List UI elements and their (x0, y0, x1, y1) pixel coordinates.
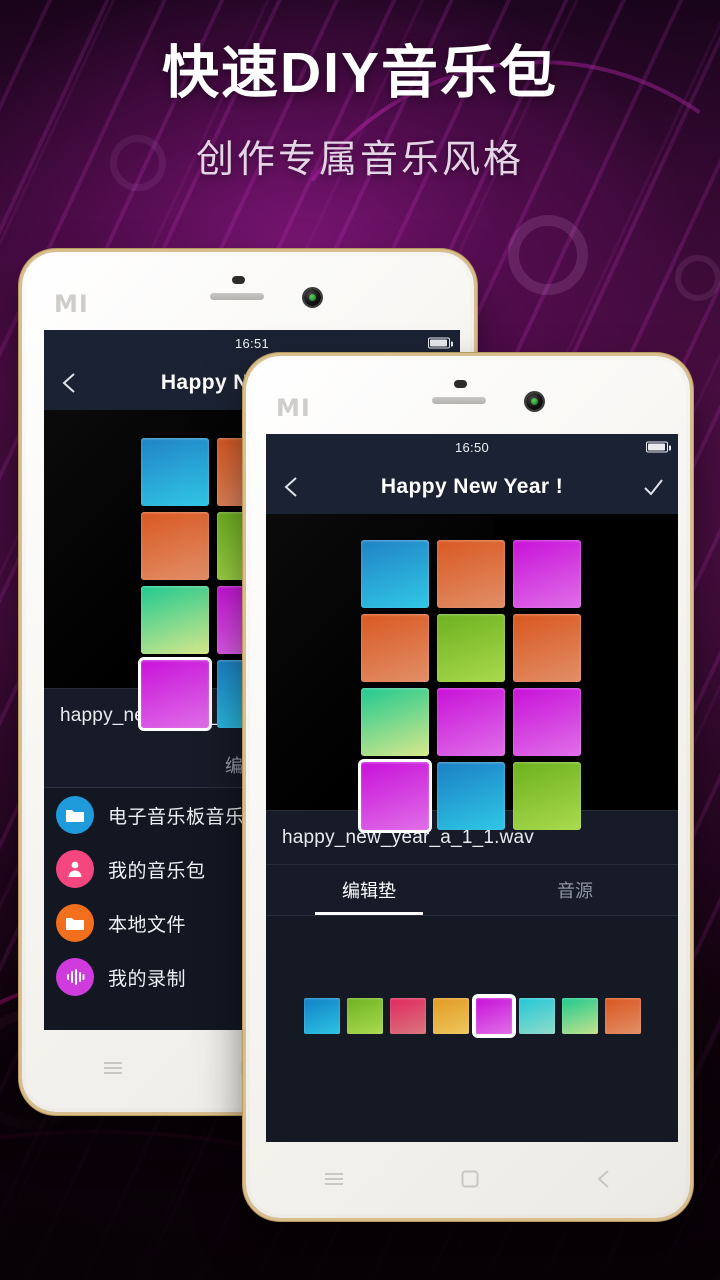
tab-label: 音源 (557, 881, 593, 901)
color-swatch-7[interactable] (561, 998, 598, 1034)
front-phone-back-nav-button[interactable] (596, 1169, 612, 1194)
back-phone-statusbar: 16:51 (44, 330, 460, 356)
tab-label: 编辑垫 (342, 881, 396, 901)
promo-subheadline: 创作专属音乐风格 (195, 138, 524, 181)
back-phone-brand-logo: MI (54, 290, 89, 318)
promo-text-block: 快速DIY音乐包 创作专属音乐风格 (0, 41, 720, 183)
front-phone-tabbar: 编辑垫 音源 (266, 864, 678, 916)
front-phone-back-button[interactable] (266, 460, 316, 514)
color-swatch-5[interactable] (471, 994, 516, 1038)
pad-3[interactable] (513, 540, 581, 608)
front-phone-pad-grid (358, 540, 583, 833)
folder-icon (56, 796, 94, 834)
pad-10[interactable] (358, 759, 432, 833)
front-phone-clock: 16:50 (454, 439, 490, 455)
back-phone-proximity-sensor (232, 276, 245, 284)
front-phone-front-camera (526, 393, 543, 410)
promo-headline: 快速DIY音乐包 (161, 41, 559, 105)
front-phone-confirm-button[interactable] (628, 460, 678, 514)
pad-4[interactable] (361, 614, 429, 682)
front-phone-device: MI 16:50 Happy New Year ! happy_new_year… (246, 356, 690, 1218)
chevron-left-icon (62, 373, 75, 393)
front-phone-pad-stage (266, 514, 678, 833)
pad-4[interactable] (141, 512, 209, 580)
tab-2[interactable]: 音源 (472, 865, 678, 915)
pad-1[interactable] (141, 438, 209, 506)
front-phone-statusbar: 16:50 (266, 434, 678, 460)
back-phone-back-button[interactable] (44, 356, 94, 410)
front-phone-home-nav-button[interactable] (461, 1170, 479, 1193)
menu-item-label: 本地文件 (108, 914, 187, 936)
pad-5[interactable] (437, 614, 505, 682)
front-phone-proximity-sensor (454, 380, 467, 388)
menu-item-label: 我的音乐包 (108, 860, 206, 882)
front-phone-swatch-area (266, 916, 678, 1142)
back-phone-menu-nav-button[interactable] (103, 1060, 123, 1081)
pad-6[interactable] (513, 614, 581, 682)
front-phone-earpiece (432, 397, 486, 404)
color-swatch-3[interactable] (389, 998, 426, 1034)
pad-7[interactable] (141, 586, 209, 654)
front-phone-brand-logo: MI (276, 394, 311, 422)
pad-9[interactable] (513, 688, 581, 756)
color-swatch-8[interactable] (604, 998, 641, 1034)
color-swatch-6[interactable] (518, 998, 555, 1034)
pad-10[interactable] (138, 657, 212, 731)
back-phone-clock: 16:51 (234, 335, 270, 351)
front-phone-navbar (266, 1152, 670, 1210)
pad-2[interactable] (437, 540, 505, 608)
front-phone-screen: 16:50 Happy New Year ! happy_new_year_a_… (266, 434, 678, 1142)
pad-12[interactable] (513, 762, 581, 830)
back-chevron-icon (597, 1169, 609, 1188)
menu-item-label: 我的录制 (108, 968, 187, 990)
front-phone-menu-nav-button[interactable] (324, 1171, 344, 1192)
menu-icon (104, 1061, 122, 1074)
front-phone-title: Happy New Year ! (380, 475, 564, 498)
person-icon (56, 850, 94, 888)
folder-icon (56, 904, 94, 942)
front-phone-appbar: Happy New Year ! (266, 460, 678, 514)
color-swatch-4[interactable] (432, 998, 469, 1034)
pad-8[interactable] (437, 688, 505, 756)
color-swatch-2[interactable] (346, 998, 383, 1034)
battery-full-icon (646, 441, 671, 453)
back-phone-earpiece (210, 293, 264, 300)
pad-7[interactable] (361, 688, 429, 756)
menu-icon (325, 1172, 344, 1185)
battery-full-icon (428, 337, 453, 349)
pad-11[interactable] (437, 762, 505, 830)
back-phone-front-camera (304, 289, 321, 306)
check-icon (644, 479, 663, 496)
color-swatch-1[interactable] (303, 998, 340, 1034)
waveform-icon (56, 958, 94, 996)
chevron-left-icon (284, 477, 297, 497)
menu-item-label: 电子音乐板音乐包 (108, 806, 265, 828)
front-phone-swatch-row (266, 994, 678, 1038)
tab-1[interactable]: 编辑垫 (266, 865, 472, 915)
pad-1[interactable] (361, 540, 429, 608)
home-square-icon (461, 1170, 479, 1187)
